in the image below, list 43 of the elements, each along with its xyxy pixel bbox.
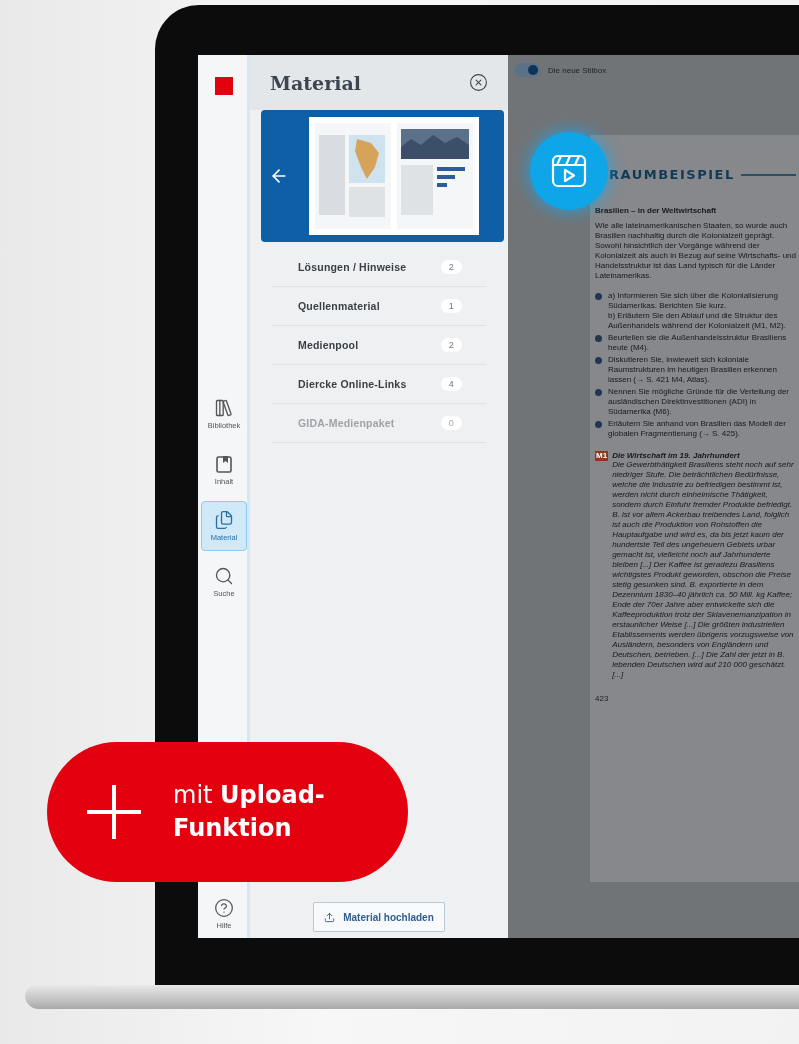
- toggle-switch[interactable]: [514, 63, 540, 77]
- task-text: a) Informieren Sie sich über die Kolonialisierung Südamerikas. Berichten Sie kurz.: [608, 291, 779, 311]
- promo-text: mit Upload-Funktion: [173, 780, 326, 844]
- task-text: Erläutern Sie anhand von Brasilien das Modell der globalen Fragmentierung (→ S. 425).: [608, 419, 787, 439]
- search-icon: [214, 566, 234, 586]
- page-subtitle: Brasilien – in der Weltwirtschaft: [595, 206, 718, 215]
- count-badge: 2: [440, 338, 462, 352]
- intro-paragraph: Wie alle lateinamerikanischen Staaten, so wurde auch Brasilien nachhaltig durch die Kolonialzeit geprägt. Sowohl hinsichtlich der Vorgänge während der Kolonialzeit als auch in Bezug auf seine Wirtschafts- und Handelsstruktur ist das Land typisch für die Länder Lateinamerikas.: [595, 221, 796, 281]
- books-icon: [214, 398, 234, 418]
- task-marker-icon: [595, 389, 602, 396]
- material-category[interactable]: Medienpool 2: [272, 326, 486, 365]
- task-text: Diskutieren Sie, inwieweit sich koloniale Raumstrukturen im heutigen Brasilien erkennen lassen (→ S. 421 M4, Atlas).: [608, 355, 778, 385]
- page-number: 423: [595, 694, 610, 703]
- documents-icon: [214, 510, 234, 530]
- help-icon: [214, 898, 234, 918]
- count-badge: 1: [440, 299, 462, 313]
- task-marker-icon: [595, 421, 602, 428]
- clapperboard-icon: [551, 154, 587, 188]
- task-marker-icon: [595, 357, 602, 364]
- source-title: Die Wirtschaft im 19. Jahrhundert: [612, 451, 741, 460]
- video-button[interactable]: [530, 132, 608, 210]
- task-text: Nennen Sie mögliche Gründe für die Verteilung der ausländischen Direktinvestitionen (ADI) in Südamerika (M6).: [608, 387, 790, 417]
- panel-title: Material: [270, 71, 361, 94]
- logo-icon: [215, 77, 233, 95]
- upload-button[interactable]: Material hochladen: [313, 902, 445, 932]
- close-button[interactable]: [469, 73, 488, 92]
- source-tag: M1: [595, 451, 609, 461]
- section-heading: RAUMBEISPIEL: [609, 167, 735, 182]
- count-badge: 2: [440, 260, 462, 274]
- task-text: Beurteilen sie die Außenhandelsstruktur Brasiliens heute (M4).: [608, 333, 788, 353]
- count-badge: 0: [440, 416, 462, 430]
- count-badge: 4: [440, 377, 462, 391]
- toggle-label: Die neue Stilbox: [548, 65, 607, 75]
- task-text: b) Erläutern Sie den Ablauf und die Struktur des Außenhandels während der Kolonialzeit (M1, M2).: [608, 311, 787, 331]
- task-marker-icon: [595, 335, 602, 342]
- material-category[interactable]: Quellenmaterial 1: [272, 287, 486, 326]
- plus-icon: [85, 783, 143, 841]
- material-category[interactable]: Diercke Online-Links 4: [272, 365, 486, 404]
- upload-icon: [324, 911, 336, 923]
- task-marker-icon: [595, 293, 602, 300]
- material-category[interactable]: Lösungen / Hinweise 2: [272, 248, 486, 287]
- source-quote: Die Gewerbthätigkeit Brasiliens steht noch auf sehr niedriger Stufe. Die beträchtlichen Bedürfnisse, welche die Industrie zu befriedigen bestimmt ist, werden nicht durch einheimische Thätigkeit, sondern durch Einfuhr fremder Produkte befriedigt. B. ist vor allem Ackerbau treibendes Land, folglich ist auch die Produktion von Rohstoffen die Hauptaufgabe und wird es, da bis jetzt kaum der hundertste Teil des ungeheuern Gebiets urbar gemacht ist, vielleicht noch auf Jahrhunderte bleiben [...] Der Kaffee ist geradezu Brasiliens wichtigstes Produkt geworden, obschon die Preise stetig gesunken sind. B. exportierte in dem Dezennium 1830–40 jährlich ca. 50 Mill. kg Kaffee; Ende der 70er Jahre aber entwickelte sich die Kaffeeproduktion trotz der Sklavenemanzipation in erstaunlicher Weise [...] Die größten industriellen Etablissements werden übrigens vorzugsweise von Ausländern, besonders von Engländern und Deutschen, betrieben. [...] Die Zahl der jetzt in B. lebenden Deutschen wird auf 210 000 geschätzt. [...]: [612, 460, 795, 680]
- bookmarked-page-icon: [215, 454, 233, 474]
